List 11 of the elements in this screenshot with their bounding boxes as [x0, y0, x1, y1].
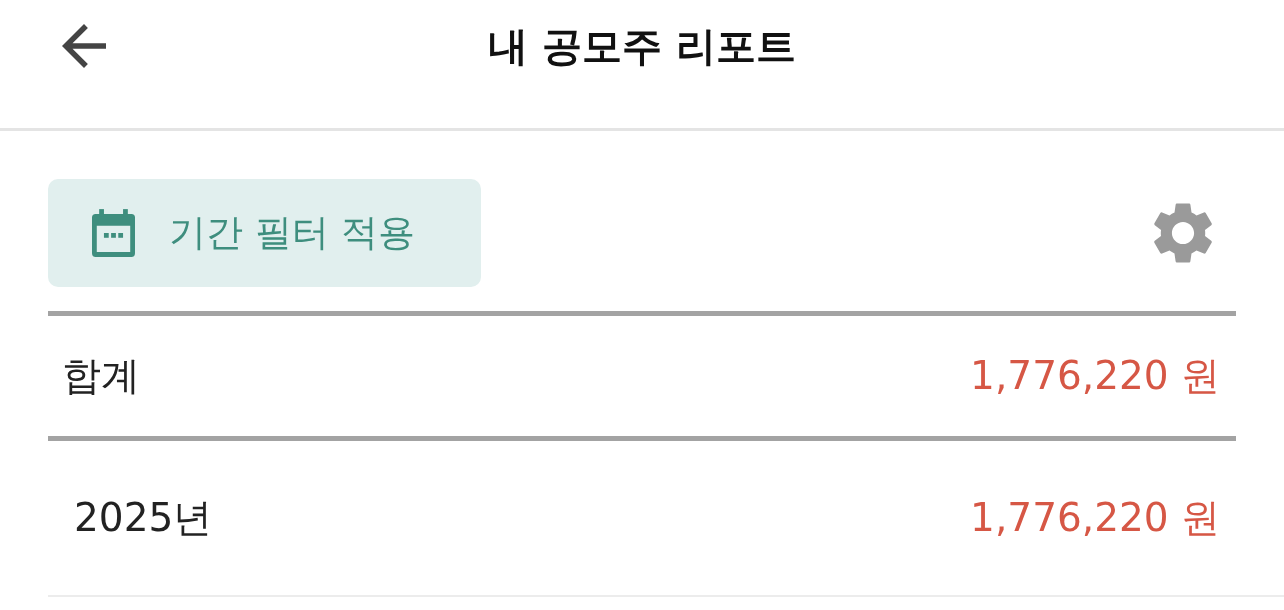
total-label: 합계 [62, 352, 140, 400]
total-amount: 1,776,220 원 [970, 352, 1220, 400]
year-row[interactable]: 2025년 1,776,220 원 [48, 441, 1284, 597]
page-title: 내 공모주 리포트 [488, 22, 796, 71]
year-label: 2025년 [74, 494, 213, 542]
calendar-icon [92, 209, 135, 257]
settings-icon [1154, 202, 1212, 264]
settings-button[interactable] [1152, 202, 1214, 264]
back-arrow-icon [60, 24, 108, 68]
filter-label: 기간 필터 적용 [169, 210, 415, 256]
year-amount: 1,776,220 원 [970, 494, 1220, 542]
